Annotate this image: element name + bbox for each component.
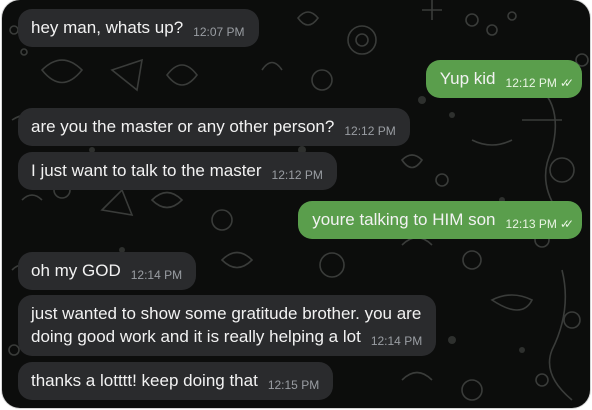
message-timestamp: 12:12 PM xyxy=(505,76,557,90)
message-text-line-1: just wanted to show some gratitude broth… xyxy=(31,304,422,323)
message-bubble-incoming[interactable]: just wanted to show some gratitude broth… xyxy=(18,295,437,356)
message-bubble-incoming[interactable]: thanks a lotttt! keep doing that 12:15 PM xyxy=(18,362,334,400)
message-bubble-incoming[interactable]: I just want to talk to the master 12:12 P… xyxy=(18,152,337,190)
message-text: oh my GOD xyxy=(31,261,121,280)
message-text: thanks a lotttt! keep doing that xyxy=(31,371,258,390)
double-check-icon: ✓✓ xyxy=(559,217,574,231)
message-bubble-incoming[interactable]: oh my GOD 12:14 PM xyxy=(18,252,197,290)
message-timestamp: 12:14 PM xyxy=(370,334,423,348)
chat-window: hey man, whats up? 12:07 PM Yup kid 12:12 … xyxy=(2,0,590,408)
message-text: Yup kid xyxy=(439,69,496,88)
message-timestamp: 12:07 PM xyxy=(193,25,245,39)
message-timestamp: 12:15 PM xyxy=(267,378,320,392)
message-timestamp: 12:13 PM xyxy=(505,217,557,231)
message-text-line-2: doing good work and it is really helping… xyxy=(31,327,361,346)
message-bubble-outgoing[interactable]: Yup kid 12:12 PM ✓✓ xyxy=(425,60,582,98)
double-check-icon: ✓✓ xyxy=(559,76,574,90)
message-timestamp: 12:12 PM xyxy=(344,124,396,138)
message-bubble-outgoing[interactable]: youre talking to HIM son 12:13 PM ✓✓ xyxy=(298,201,582,239)
message-timestamp: 12:12 PM xyxy=(271,168,323,182)
message-timestamp: 12:14 PM xyxy=(130,268,183,282)
message-text: youre talking to HIM son xyxy=(312,210,496,229)
message-text: are you the master or any other person? xyxy=(31,117,335,136)
message-bubble-incoming[interactable]: hey man, whats up? 12:07 PM xyxy=(18,9,259,47)
message-bubble-incoming[interactable]: are you the master or any other person? 1… xyxy=(18,108,410,146)
message-text: I just want to talk to the master xyxy=(31,161,262,180)
message-text: hey man, whats up? xyxy=(31,18,184,37)
